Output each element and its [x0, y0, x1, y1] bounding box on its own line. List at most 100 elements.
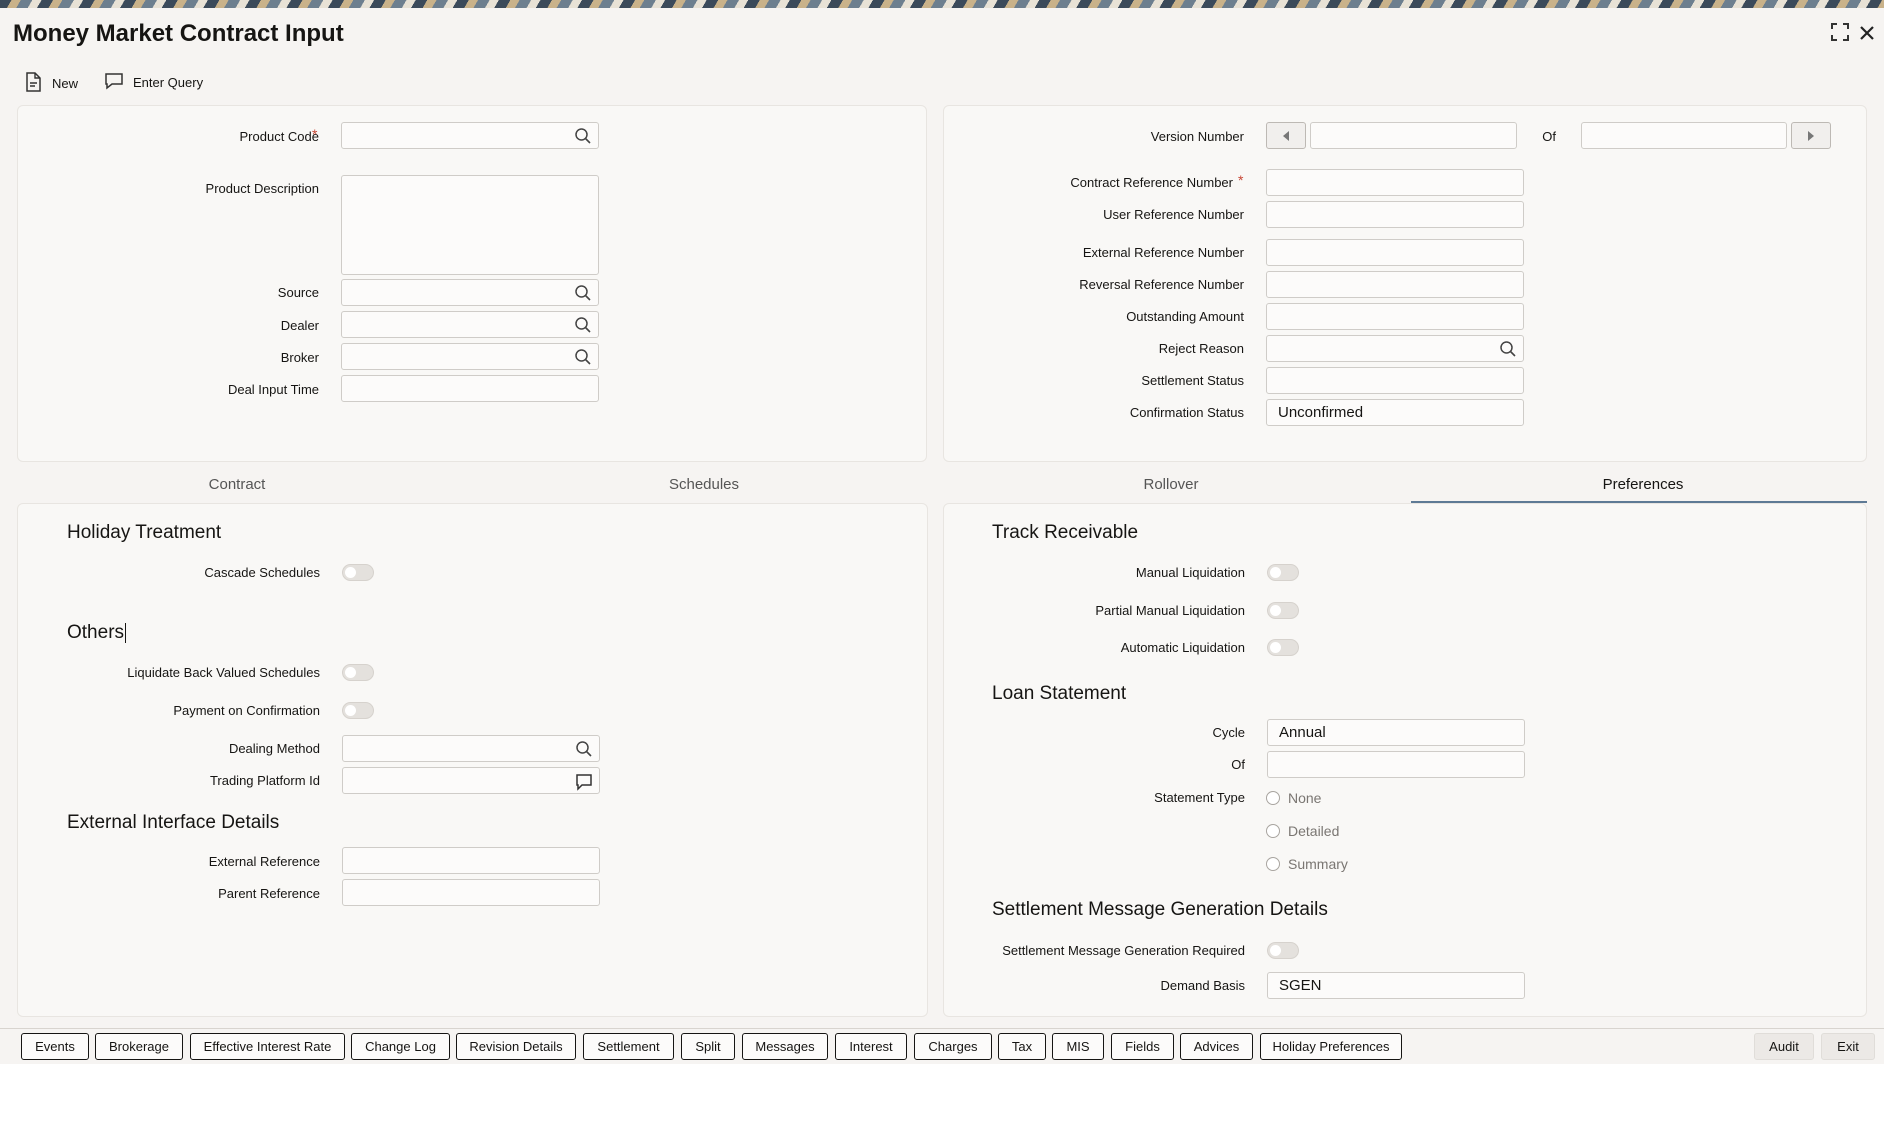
product-code-input[interactable]	[341, 122, 599, 149]
cycle-label: Cycle	[1212, 725, 1245, 740]
enter-query-button[interactable]: Enter Query	[104, 72, 203, 93]
audit-button[interactable]: Audit	[1754, 1033, 1814, 1060]
liquidate-back-valued-toggle[interactable]	[342, 664, 374, 681]
user-reference-input[interactable]	[1266, 201, 1524, 228]
cycle-of-field[interactable]	[1267, 751, 1525, 778]
enter-query-label: Enter Query	[133, 75, 204, 90]
settlement-message-required-toggle[interactable]	[1267, 942, 1299, 959]
holiday-preferences-button[interactable]: Holiday Preferences	[1260, 1033, 1402, 1060]
settlement-message-heading: Settlement Message Generation Details	[992, 899, 1328, 920]
search-icon[interactable]	[574, 316, 592, 334]
expand-icon[interactable]	[1830, 22, 1850, 48]
demand-basis-label: Demand Basis	[1160, 978, 1245, 993]
tax-button[interactable]: Tax	[998, 1033, 1046, 1060]
cycle-field[interactable]: Annual	[1267, 719, 1525, 746]
external-reference-number-label: External Reference Number	[1082, 245, 1244, 260]
settlement-button[interactable]: Settlement	[583, 1033, 674, 1060]
confirmation-status-field[interactable]: Unconfirmed	[1266, 399, 1524, 426]
caret-right-icon	[1808, 130, 1814, 141]
messages-button[interactable]: Messages	[742, 1033, 828, 1060]
others-heading: Others	[67, 622, 127, 643]
product-description-label: Product Description	[205, 181, 319, 196]
events-button[interactable]: Events	[21, 1033, 89, 1060]
external-reference-input[interactable]	[342, 847, 600, 874]
search-icon[interactable]	[574, 284, 592, 302]
partial-manual-liquidation-toggle[interactable]	[1267, 602, 1299, 619]
fields-button[interactable]: Fields	[1111, 1033, 1174, 1060]
source-input[interactable]	[341, 279, 599, 306]
version-number-label: Version Number	[1150, 129, 1244, 144]
dealer-label: Dealer	[280, 318, 319, 333]
payment-on-confirmation-toggle[interactable]	[342, 702, 374, 719]
revision-details-button[interactable]: Revision Details	[456, 1033, 576, 1060]
search-icon[interactable]	[575, 740, 593, 758]
reversal-reference-input[interactable]	[1266, 271, 1524, 298]
radio-circle	[1266, 791, 1280, 805]
radio-circle	[1266, 824, 1280, 838]
reject-reason-input[interactable]	[1266, 335, 1524, 362]
tab-contract[interactable]: Contract	[187, 476, 287, 493]
trading-platform-input[interactable]	[342, 767, 600, 794]
radio-circle	[1266, 857, 1280, 871]
demand-basis-field[interactable]: SGEN	[1267, 972, 1525, 999]
total-versions-field[interactable]	[1581, 122, 1787, 149]
close-icon[interactable]	[1858, 22, 1876, 48]
broker-label: Broker	[280, 350, 319, 365]
user-reference-label: User Reference Number	[1103, 207, 1244, 222]
brokerage-button[interactable]: Brokerage	[95, 1033, 183, 1060]
parent-reference-input[interactable]	[342, 879, 600, 906]
effective-interest-rate-button[interactable]: Effective Interest Rate	[190, 1033, 345, 1060]
parent-reference-label: Parent Reference	[218, 886, 320, 901]
decorative-banner	[0, 0, 1884, 8]
change-log-button[interactable]: Change Log	[351, 1033, 450, 1060]
manual-liquidation-label: Manual Liquidation	[1135, 565, 1245, 580]
mis-button[interactable]: MIS	[1052, 1033, 1104, 1060]
deal-input-time-label: Deal Input Time	[227, 382, 319, 397]
liquidate-back-valued-label: Liquidate Back Valued Schedules	[127, 665, 320, 680]
automatic-liquidation-label: Automatic Liquidation	[1120, 640, 1245, 655]
search-icon[interactable]	[1499, 340, 1517, 358]
cascade-schedules-toggle[interactable]	[342, 564, 374, 581]
new-button[interactable]: New	[24, 72, 78, 95]
broker-input[interactable]	[341, 343, 599, 370]
radio-label: None	[1288, 790, 1322, 806]
required-indicator: *	[1238, 172, 1244, 188]
automatic-liquidation-toggle[interactable]	[1267, 639, 1299, 656]
charges-button[interactable]: Charges	[914, 1033, 992, 1060]
tab-preferences[interactable]: Preferences	[1589, 476, 1697, 493]
source-label: Source	[277, 285, 319, 300]
dealing-method-input[interactable]	[342, 735, 600, 762]
product-description-field[interactable]	[341, 175, 599, 275]
contract-reference-input[interactable]	[1266, 169, 1524, 196]
search-icon[interactable]	[574, 348, 592, 366]
interest-button[interactable]: Interest	[835, 1033, 907, 1060]
window-title: Money Market Contract Input	[13, 20, 344, 47]
required-indicator: *	[312, 126, 318, 142]
manual-liquidation-toggle[interactable]	[1267, 564, 1299, 581]
payment-on-confirmation-label: Payment on Confirmation	[173, 703, 320, 718]
deal-input-time-field[interactable]	[341, 375, 599, 402]
tab-schedules[interactable]: Schedules	[654, 476, 754, 493]
search-icon[interactable]	[574, 127, 592, 145]
settlement-status-field[interactable]	[1266, 367, 1524, 394]
advices-button[interactable]: Advices	[1180, 1033, 1253, 1060]
dealing-method-label: Dealing Method	[228, 741, 320, 756]
blank-area	[0, 1064, 1884, 1128]
statement-type-detailed-radio[interactable]: Detailed	[1266, 823, 1339, 839]
contract-reference-label: Contract Reference Number	[1070, 175, 1233, 190]
external-reference-number-input[interactable]	[1266, 239, 1524, 266]
tab-rollover[interactable]: Rollover	[1121, 476, 1221, 493]
dealer-input[interactable]	[341, 311, 599, 338]
partial-manual-liquidation-label: Partial Manual Liquidation	[1095, 603, 1245, 618]
radio-label: Detailed	[1288, 823, 1340, 839]
reversal-reference-label: Reversal Reference Number	[1079, 277, 1244, 292]
exit-button[interactable]: Exit	[1821, 1033, 1875, 1060]
next-version-button[interactable]	[1791, 122, 1831, 149]
comment-icon[interactable]	[575, 773, 593, 791]
cascade-schedules-label: Cascade Schedules	[204, 565, 320, 580]
outstanding-amount-field[interactable]	[1266, 303, 1524, 330]
statement-type-none-radio[interactable]: None	[1266, 790, 1321, 806]
settlement-status-label: Settlement Status	[1141, 373, 1244, 388]
split-button[interactable]: Split	[681, 1033, 735, 1060]
statement-type-summary-radio[interactable]: Summary	[1266, 856, 1348, 872]
